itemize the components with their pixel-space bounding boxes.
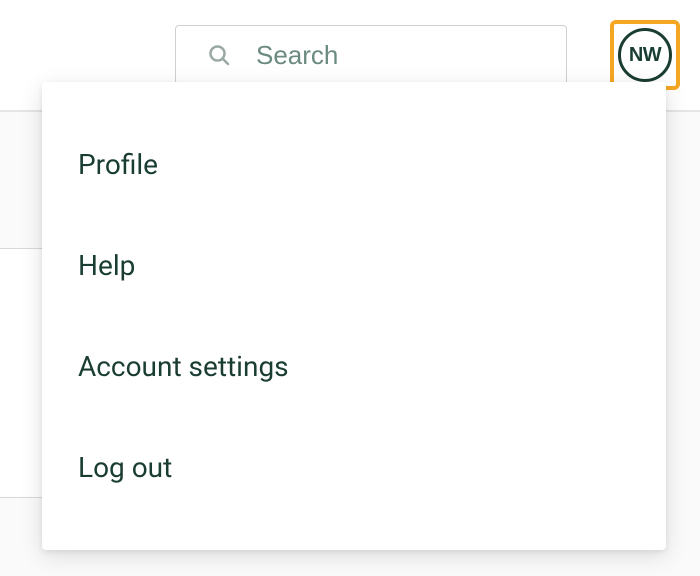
dropdown-item-account-settings[interactable]: Account settings xyxy=(42,316,666,417)
avatar-button[interactable]: NW xyxy=(618,28,672,82)
user-dropdown-menu: Profile Help Account settings Log out xyxy=(42,82,666,550)
search-container xyxy=(175,25,567,85)
search-input[interactable] xyxy=(175,25,567,85)
dropdown-item-profile[interactable]: Profile xyxy=(42,114,666,215)
dropdown-item-help[interactable]: Help xyxy=(42,215,666,316)
avatar-highlight: NW xyxy=(610,20,680,90)
dropdown-item-log-out[interactable]: Log out xyxy=(42,417,666,518)
